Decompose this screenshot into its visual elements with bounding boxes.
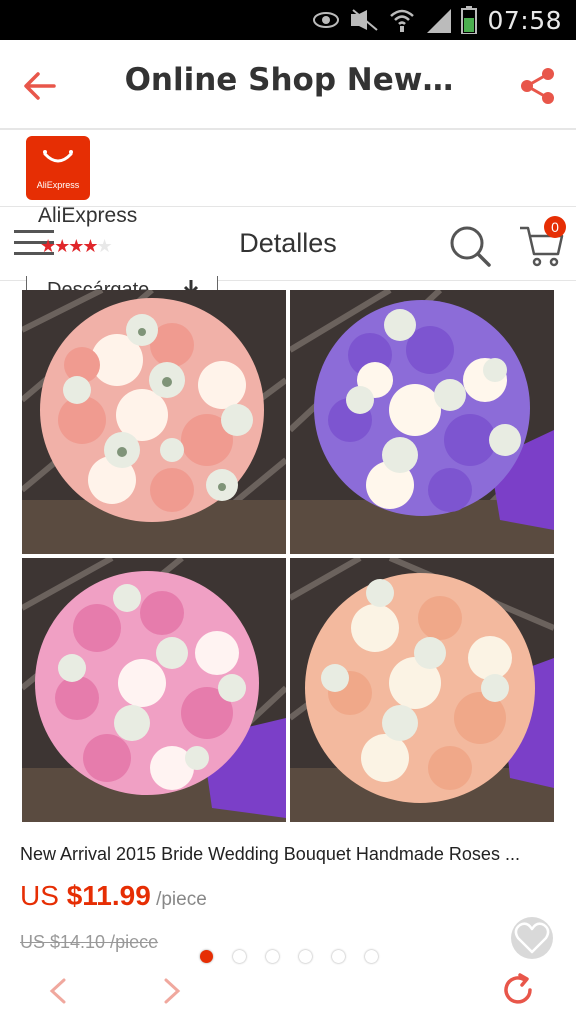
pagination-dot[interactable]: [266, 950, 279, 963]
aliexpress-logo[interactable]: AliExpress: [26, 136, 90, 200]
pagination-dot[interactable]: [365, 950, 378, 963]
price: US $11.99: [20, 880, 151, 911]
price-row: US $11.99 /piece: [20, 880, 207, 912]
chevron-left-icon[interactable]: [46, 976, 70, 1006]
search-icon[interactable]: [448, 224, 492, 268]
product-gallery[interactable]: [22, 290, 554, 963]
status-time: 07:58: [487, 5, 562, 35]
logo-text: AliExpress: [36, 180, 80, 190]
pagination-dot[interactable]: [299, 950, 312, 963]
battery-icon: [461, 6, 478, 34]
signal-icon: [427, 9, 452, 33]
product-photo[interactable]: [290, 290, 554, 554]
wifi-icon: [390, 9, 415, 32]
pagination-dot[interactable]: [200, 950, 213, 963]
eye-icon: [313, 12, 340, 28]
product-photo[interactable]: [290, 558, 554, 822]
cart-count-badge: 0: [544, 216, 566, 238]
product-title[interactable]: New Arrival 2015 Bride Wedding Bouquet H…: [20, 844, 560, 865]
arrow-left-icon[interactable]: [22, 68, 58, 104]
chevron-right-icon[interactable]: [160, 976, 184, 1006]
product-photo[interactable]: [22, 558, 286, 822]
refresh-icon[interactable]: [500, 972, 536, 1008]
price-unit: /piece: [150, 889, 207, 910]
status-bar: 07:58: [0, 0, 576, 40]
mute-icon: [351, 9, 379, 31]
app-bar: Online Shop New…: [0, 40, 576, 130]
share-icon[interactable]: [518, 66, 558, 106]
product-photo[interactable]: [22, 290, 286, 554]
price-currency: US: [20, 880, 67, 911]
browser-nav: [0, 970, 576, 1024]
pagination-dot[interactable]: [332, 950, 345, 963]
pagination-dot[interactable]: [233, 950, 246, 963]
gallery-pagination: [200, 950, 378, 963]
smile-icon: [43, 150, 73, 163]
heart-icon[interactable]: [510, 916, 554, 960]
price-value: $11.99: [66, 880, 151, 911]
original-price: US $14.10 /piece: [20, 932, 159, 952]
store-name: AliExpress: [38, 204, 138, 227]
page-title: Online Shop New…: [124, 62, 454, 98]
web-content: AliExpress AliExpress ★★★★★ Detalles 0 D…: [0, 130, 576, 1024]
